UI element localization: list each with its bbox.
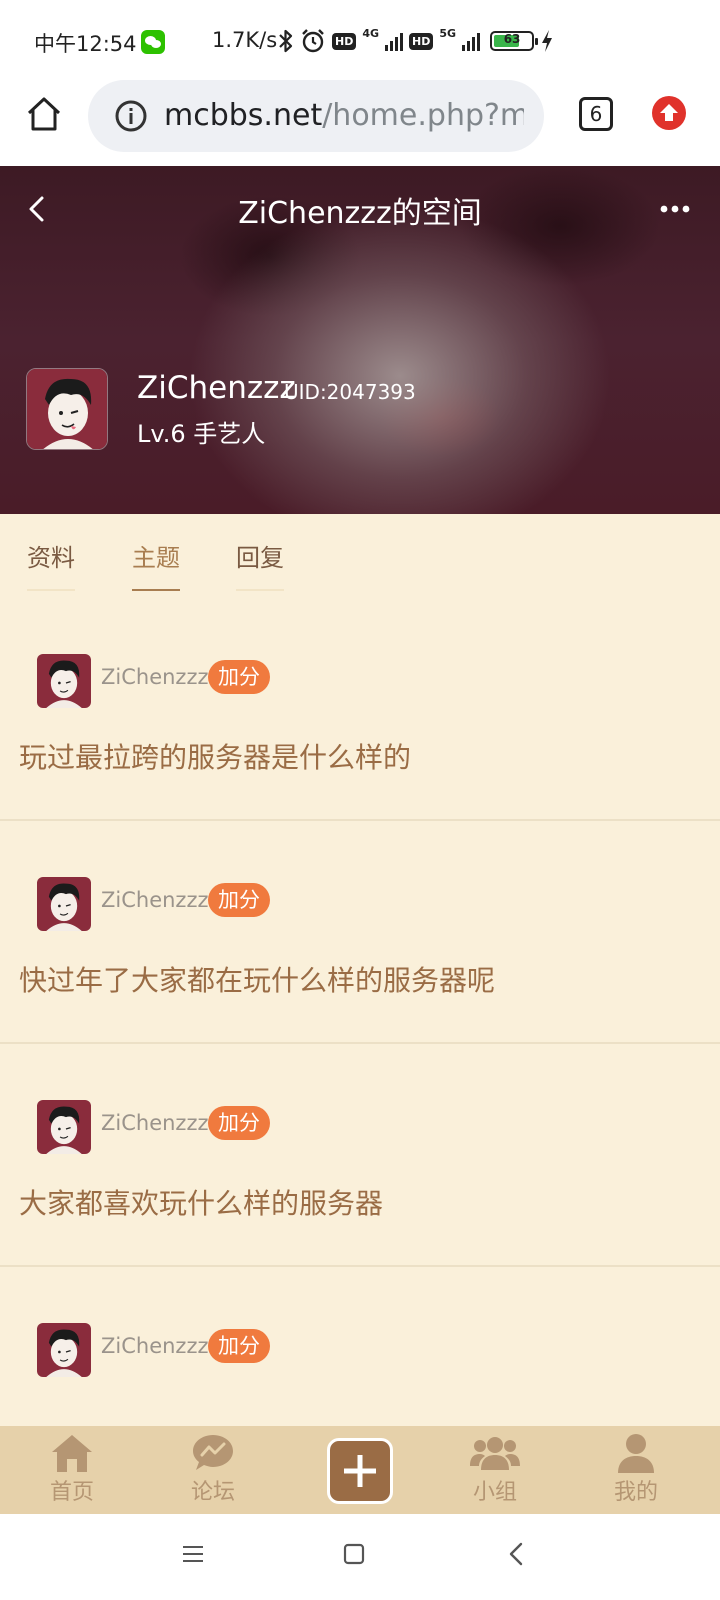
author-avatar[interactable] bbox=[37, 654, 91, 708]
tab-underline-active bbox=[132, 589, 180, 591]
nav-group[interactable]: 小组 bbox=[455, 1432, 535, 1506]
network-4g-label: 4G bbox=[362, 26, 380, 40]
hd-icon: HD bbox=[332, 32, 357, 50]
thread-title[interactable]: 快过年了大家都在玩什么样的服务器呢 bbox=[19, 959, 495, 999]
status-time: 中午12:54 bbox=[34, 32, 137, 56]
alarm-icon bbox=[302, 29, 324, 53]
arrow-up-icon bbox=[660, 104, 678, 121]
group-icon bbox=[470, 1437, 520, 1470]
browser-toolbar: mcbbs.net/home.php?mod 6 bbox=[0, 80, 720, 166]
user-icon bbox=[618, 1434, 654, 1473]
author-avatar[interactable] bbox=[37, 1100, 91, 1154]
main-content: 资料 主题 回复 ZiChenzzz 加分 玩过最拉跨的服务器是什么样的 ZiC… bbox=[0, 514, 720, 1426]
info-icon[interactable] bbox=[114, 99, 148, 133]
author-avatar[interactable] bbox=[37, 1323, 91, 1377]
bonus-badge[interactable]: 加分 bbox=[208, 883, 270, 917]
tab-label: 主题 bbox=[132, 544, 180, 572]
nav-label: 我的 bbox=[613, 1480, 658, 1505]
url-text[interactable]: mcbbs.net/home.php?mod bbox=[164, 98, 524, 133]
menu-icon[interactable] bbox=[181, 1542, 205, 1566]
thread-item[interactable]: ZiChenzzz 加分 大家都喜欢玩什么样的服务器 bbox=[0, 1044, 720, 1267]
home-square-icon[interactable] bbox=[342, 1542, 366, 1566]
status-bar: 中午12:54 1.7K/s HD 4G HD 5G 63 bbox=[0, 0, 720, 80]
wechat-notification-icon bbox=[141, 30, 165, 54]
url-host: mcbbs.net bbox=[164, 98, 323, 133]
charging-icon bbox=[542, 30, 553, 52]
author-name[interactable]: ZiChenzzz bbox=[101, 888, 209, 912]
signal-4g-icon bbox=[385, 31, 404, 51]
bottom-navigation: 首页 论坛 小组 我的 bbox=[0, 1426, 720, 1514]
nav-mine[interactable]: 我的 bbox=[596, 1432, 676, 1506]
profile-avatar[interactable] bbox=[26, 368, 108, 450]
profile-name: ZiChenzzz bbox=[137, 370, 296, 406]
battery-level: 63 bbox=[503, 32, 521, 46]
profile-uid: UID:2047393 bbox=[284, 380, 416, 404]
tab-threads[interactable]: 主题 bbox=[132, 538, 180, 591]
thread-title[interactable]: 玩过最拉跨的服务器是什么样的 bbox=[19, 736, 411, 776]
plus-icon bbox=[344, 1455, 376, 1487]
signal-5g-icon bbox=[462, 31, 481, 51]
address-bar[interactable]: mcbbs.net/home.php?mod bbox=[88, 80, 544, 152]
back-triangle-icon[interactable] bbox=[505, 1541, 529, 1567]
page-title: ZiChenzzz的空间 bbox=[238, 196, 482, 231]
thread-title[interactable]: 大家都喜欢玩什么样的服务器 bbox=[19, 1182, 383, 1222]
chat-icon bbox=[193, 1435, 233, 1470]
url-path: /home.php?mod bbox=[322, 98, 524, 133]
thread-item[interactable]: ZiChenzzz 加分 快过年了大家都在玩什么样的服务器呢 bbox=[0, 821, 720, 1044]
author-avatar[interactable] bbox=[37, 877, 91, 931]
network-5g-label: 5G bbox=[439, 26, 457, 40]
tab-label: 资料 bbox=[27, 544, 75, 572]
nav-label: 论坛 bbox=[190, 1480, 235, 1505]
tab-underline bbox=[236, 589, 284, 591]
tab-profile[interactable]: 资料 bbox=[27, 538, 75, 591]
author-name[interactable]: ZiChenzzz bbox=[101, 1111, 209, 1135]
bluetooth-icon bbox=[279, 29, 293, 53]
author-name[interactable]: ZiChenzzz bbox=[101, 1334, 209, 1358]
nav-label: 首页 bbox=[49, 1480, 94, 1505]
home-icon[interactable] bbox=[24, 94, 64, 134]
tab-label: 回复 bbox=[236, 544, 284, 572]
bonus-badge[interactable]: 加分 bbox=[208, 1329, 270, 1363]
bonus-badge[interactable]: 加分 bbox=[208, 1106, 270, 1140]
thread-item[interactable]: ZiChenzzz 加分 玩过最拉跨的服务器是什么样的 bbox=[0, 598, 720, 821]
bonus-badge[interactable]: 加分 bbox=[208, 660, 270, 694]
battery-icon: 63 bbox=[490, 31, 539, 51]
hd-icon-2: HD bbox=[409, 32, 434, 50]
network-speed: 1.7K/s bbox=[212, 28, 278, 52]
create-post-button[interactable] bbox=[327, 1438, 393, 1504]
tab-switcher-button[interactable]: 6 bbox=[579, 97, 613, 131]
nav-home[interactable]: 首页 bbox=[32, 1432, 112, 1506]
profile-level: Lv.6 手艺人 bbox=[137, 420, 266, 448]
nav-label: 小组 bbox=[472, 1480, 517, 1505]
system-navigation-bar bbox=[0, 1514, 720, 1600]
nav-forum[interactable]: 论坛 bbox=[173, 1432, 253, 1506]
home-icon bbox=[52, 1435, 92, 1472]
author-name[interactable]: ZiChenzzz bbox=[101, 665, 209, 689]
update-button[interactable] bbox=[652, 96, 686, 130]
status-icons: HD 4G HD 5G 63 bbox=[278, 26, 554, 56]
tab-replies[interactable]: 回复 bbox=[236, 538, 284, 591]
more-icon[interactable] bbox=[660, 204, 690, 214]
tab-underline bbox=[27, 589, 75, 591]
profile-header: ZiChenzzz的空间 ZiChenzzz UID:2047393 Lv.6 … bbox=[0, 166, 720, 514]
